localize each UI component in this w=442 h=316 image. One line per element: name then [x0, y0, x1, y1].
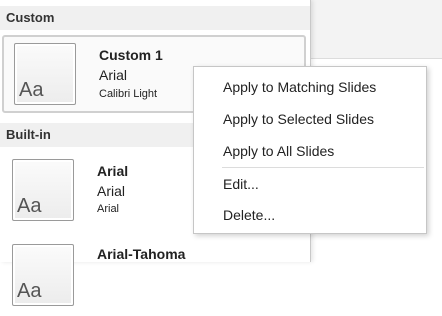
thumbnail-label: Aa	[19, 79, 44, 101]
font-scheme-name: Arial	[97, 163, 129, 179]
menu-item-apply-all[interactable]: Apply to All Slides	[223, 143, 334, 159]
heading-font-name: Arial	[97, 183, 126, 199]
section-header-custom: Custom	[0, 6, 310, 30]
heading-font-name: Arial	[99, 67, 128, 83]
font-scheme-name: Arial-Tahoma	[97, 246, 186, 262]
font-thumbnail: Aa	[12, 159, 74, 221]
context-menu: Apply to Matching Slides Apply to Select…	[193, 66, 427, 234]
thumbnail-label: Aa	[17, 280, 42, 302]
menu-item-delete[interactable]: Delete...	[223, 207, 275, 223]
font-item-arial-tahoma[interactable]: Aa Arial-Tahoma	[2, 238, 306, 316]
menu-item-edit[interactable]: Edit...	[223, 176, 259, 192]
menu-item-apply-selected[interactable]: Apply to Selected Slides	[223, 111, 374, 127]
body-font-name: Arial	[97, 203, 120, 215]
font-thumbnail: Aa	[14, 43, 76, 105]
menu-item-apply-matching[interactable]: Apply to Matching Slides	[223, 79, 376, 95]
font-thumbnail: Aa	[12, 244, 74, 306]
body-font-name: Calibri Light	[99, 88, 158, 100]
menu-separator	[222, 167, 424, 168]
background-slide-area	[311, 0, 442, 59]
thumbnail-label: Aa	[17, 195, 42, 217]
font-scheme-name: Custom 1	[99, 47, 163, 63]
